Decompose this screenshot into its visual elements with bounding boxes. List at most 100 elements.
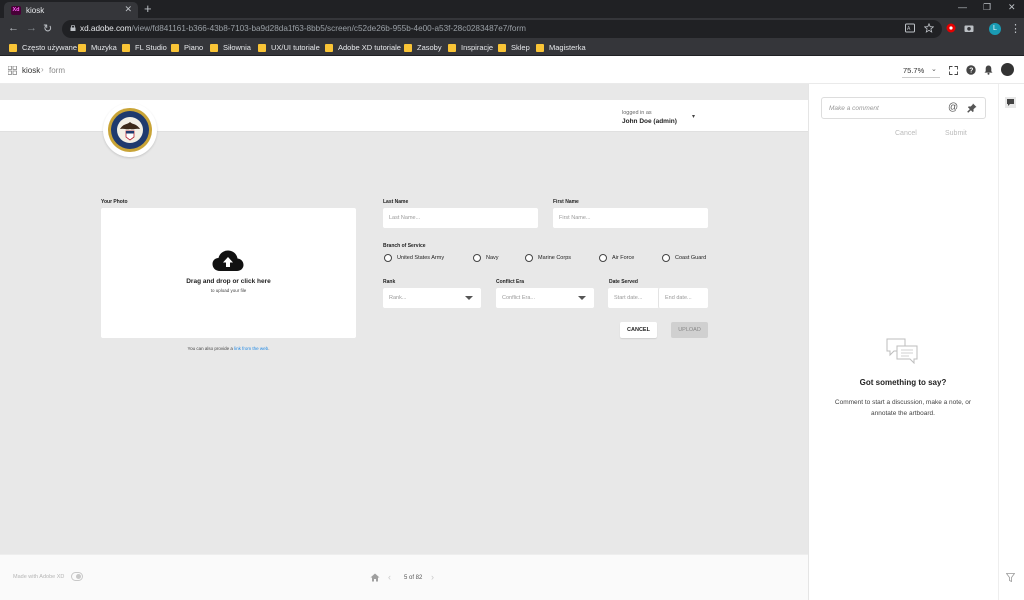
rank-label: Rank [383,279,396,285]
bookmark-folder[interactable]: Sklep [497,42,530,54]
bookmark-folder[interactable]: Inspiracje [447,42,493,54]
url-text: xd.adobe.com/view/fd841161-b366-43b8-710… [80,24,526,33]
address-bar[interactable]: xd.adobe.com/view/fd841161-b366-43b8-710… [62,20,942,38]
bookmark-folder[interactable]: Często używane [8,42,77,54]
link-note: You can also provide a link from the web… [187,346,270,351]
reload-icon[interactable]: ↻ [43,22,52,35]
era-select[interactable]: Conflict Era... [496,288,594,308]
window-close-icon[interactable]: ✕ [1008,2,1016,13]
chevron-down-icon[interactable]: ⌄ [931,65,937,73]
mention-at-icon[interactable]: @ [948,102,958,113]
help-icon[interactable]: ? [966,65,976,75]
radio-navy[interactable] [473,254,481,262]
bookmarks-bar: Często używane Muzyka FL Studio Piano Si… [0,40,1024,56]
cancel-button[interactable]: CANCEL [620,322,657,338]
prev-screen-icon[interactable]: ‹ [388,572,391,582]
bookmark-folder[interactable]: Adobe XD tutoriale [324,42,401,54]
browser-tab[interactable]: Xd kiosk ✕ [4,2,138,18]
zoom-underline [902,77,940,78]
pin-icon[interactable] [967,103,977,113]
browser-menu-icon[interactable]: ⋮ [1010,22,1021,35]
next-screen-icon[interactable]: › [431,572,434,582]
new-tab-icon[interactable]: + [144,1,152,16]
filter-icon[interactable] [1006,573,1015,582]
comments-toggle-icon[interactable] [1005,97,1016,108]
translate-icon[interactable]: A [905,23,915,33]
radio-marine-corps[interactable] [525,254,533,262]
made-with-adobe-xd[interactable]: Made with Adobe XD [13,574,64,580]
last-name-label: Last Name [383,199,409,205]
radio-marine-corps-label: Marine Corps [538,255,572,261]
camera-extension-icon[interactable] [964,23,974,33]
browser-tab-bar: Xd kiosk ✕ + — ❐ ✕ [0,0,1024,18]
xd-favicon-icon: Xd [11,6,21,15]
upload-subtitle: to upload your file [210,288,247,293]
radio-army-label: United States Army [397,255,445,261]
era-label: Conflict Era [496,279,525,285]
upload-title: Drag and drop or click here [186,278,271,285]
user-avatar[interactable] [1001,63,1014,76]
first-name-label: First Name [553,199,579,205]
svg-text:A: A [907,26,911,32]
minimize-icon[interactable]: — [958,2,967,12]
comment-submit-button[interactable]: Submit [945,130,967,137]
user-menu-caret-icon[interactable]: ▾ [692,113,695,120]
zoom-level[interactable]: 75.7% [903,66,924,75]
xd-header: kiosk › form 75.7% ⌄ ? [0,56,1024,84]
bookmark-folder[interactable]: Muzyka [77,42,117,54]
radio-navy-label: Navy [486,255,499,261]
rank-select[interactable]: Rank... [383,288,481,308]
chevron-down-icon [465,296,473,300]
comment-input[interactable]: Make a comment [821,97,986,119]
comment-placeholder: Make a comment [829,105,879,112]
breadcrumb-root[interactable]: kiosk [22,66,40,75]
notifications-bell-icon[interactable] [984,65,993,75]
tab-title: kiosk [26,6,45,15]
end-date-input[interactable]: End date... [658,288,708,308]
page-count: 5 of 82 [404,575,423,581]
comment-cancel-button[interactable]: Cancel [895,130,917,137]
bookmark-folder[interactable]: Magisterka [535,42,586,54]
department-seal-logo [103,103,157,157]
grid-icon[interactable] [8,66,17,75]
bookmark-folder[interactable]: Siłownia [209,42,251,54]
start-date-input[interactable]: Start date... [608,288,659,308]
link-from-web[interactable]: link from the web [234,346,268,351]
branch-label: Branch of Service [383,243,426,249]
extension-vodafone-icon[interactable] [946,23,956,33]
xd-toggle-icon[interactable] [71,572,83,581]
breadcrumb-current: form [49,66,65,75]
star-icon[interactable] [924,23,934,33]
logged-in-label: logged in as [622,110,652,116]
radio-coast-guard[interactable] [662,254,670,262]
bookmark-folder[interactable]: FL Studio [121,42,167,54]
bookmark-folder[interactable]: Piano [170,42,203,54]
radio-air-force-label: Air Force [612,255,635,261]
cloud-upload-icon [212,250,244,271]
back-icon[interactable]: ← [8,22,19,34]
tab-close-icon[interactable]: ✕ [124,4,132,15]
right-rail [998,84,1024,600]
photo-label: Your Photo [101,199,128,205]
radio-air-force[interactable] [599,254,607,262]
logged-in-user[interactable]: John Doe (admin) [622,118,677,125]
forward-icon[interactable]: → [26,22,37,34]
svg-text:?: ? [969,68,973,75]
radio-coast-guard-label: Coast Guard [675,255,707,261]
breadcrumb-separator-icon: › [41,65,44,74]
chevron-down-icon [578,296,586,300]
bookmark-folder[interactable]: UX/UI tutoriale [257,42,320,54]
last-name-input[interactable]: Last Name... [383,208,538,228]
browser-toolbar: ← → ↻ xd.adobe.com/view/fd841161-b366-43… [0,18,1024,40]
home-icon[interactable] [370,573,380,582]
first-name-input[interactable]: First Name... [553,208,708,228]
fullscreen-icon[interactable] [949,66,958,75]
photo-dropzone[interactable] [101,208,356,338]
date-served-label: Date Served [609,279,638,285]
bookmark-folder[interactable]: Zasoby [403,42,442,54]
restore-icon[interactable]: ❐ [983,2,991,13]
speech-bubbles-icon [886,338,918,364]
upload-button[interactable]: UPLOAD [671,322,708,338]
profile-avatar[interactable]: L [989,23,1001,35]
radio-army[interactable] [384,254,392,262]
